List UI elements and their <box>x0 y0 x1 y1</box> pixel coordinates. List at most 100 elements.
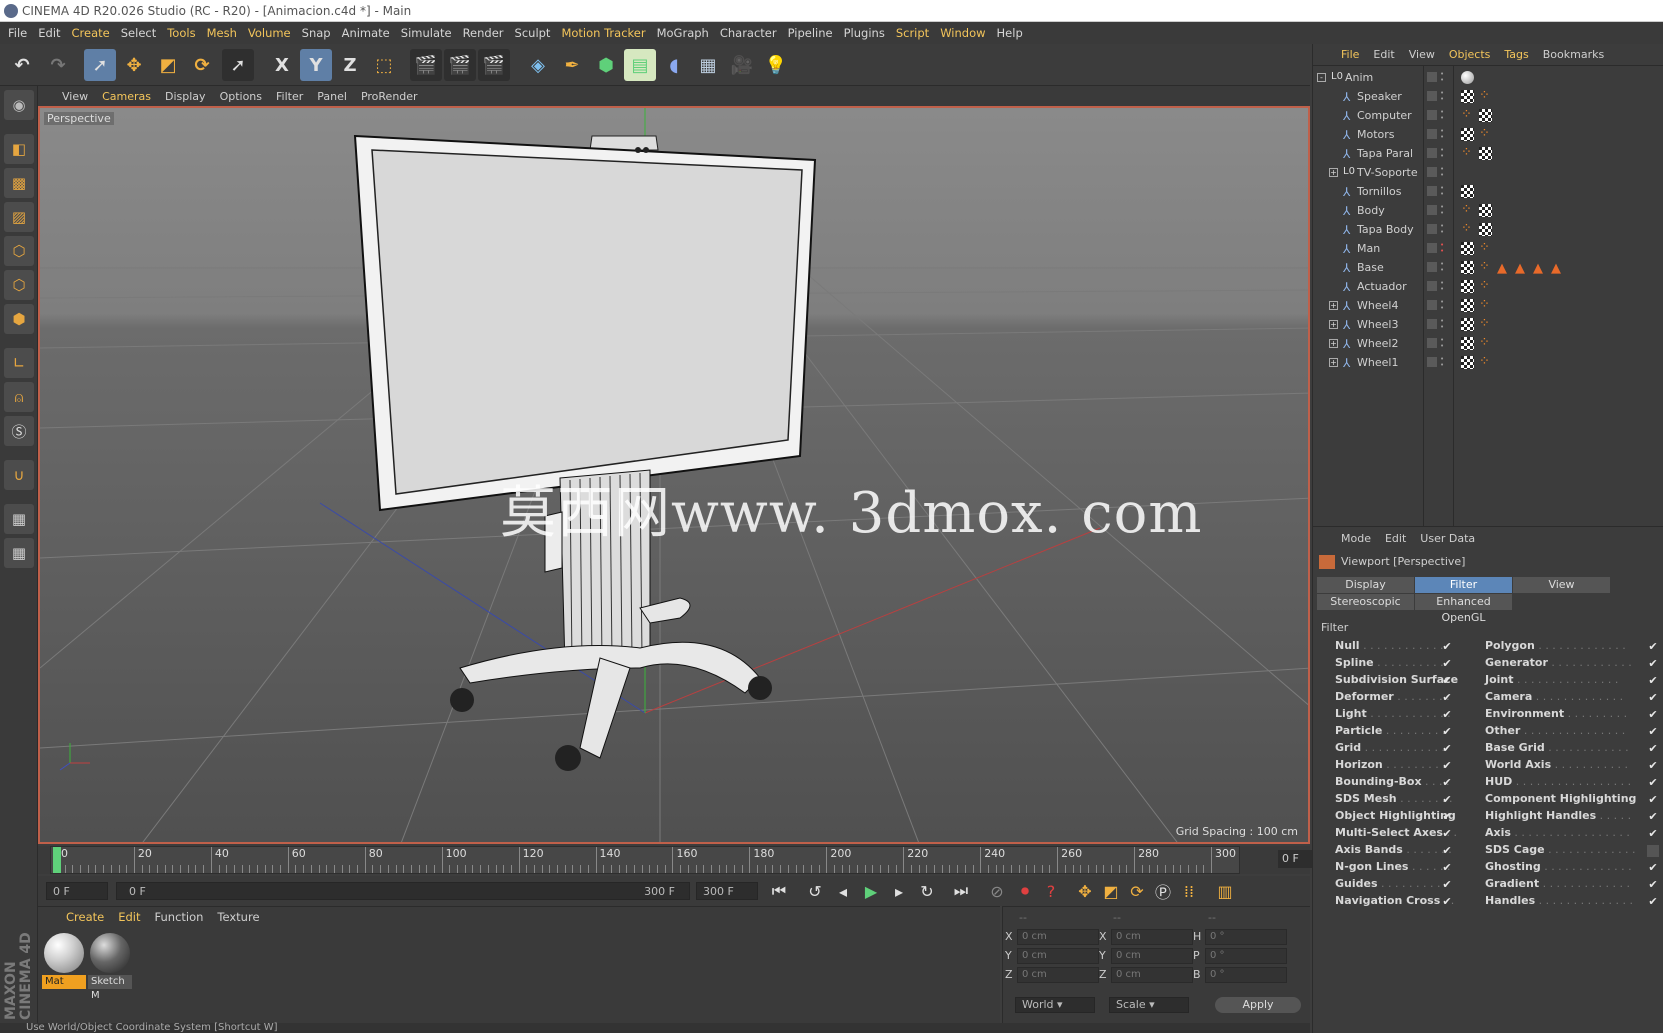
material-menu-texture[interactable]: Texture <box>217 910 259 924</box>
joint-tag-icon[interactable]: ⁘ <box>1479 89 1492 103</box>
texture-tag-icon[interactable] <box>1461 337 1474 350</box>
keyframe-selection-button[interactable]: ? <box>1038 878 1064 904</box>
texture-tag-icon[interactable] <box>1461 90 1474 103</box>
model-mode-button[interactable]: ◧ <box>4 134 34 164</box>
filter-base-grid-checkbox[interactable]: ✔ <box>1647 743 1659 755</box>
viewport-menu-panel[interactable]: Panel <box>317 90 347 103</box>
material-menu-edit[interactable]: Edit <box>118 910 140 924</box>
constraint-tag-icon[interactable]: ▲ <box>1533 261 1546 276</box>
attribute-menu-mode[interactable]: Mode <box>1341 532 1371 545</box>
edit-visibility-toggle[interactable] <box>1427 281 1437 291</box>
object-menu-edit[interactable]: Edit <box>1373 48 1394 61</box>
tweak-mode-button[interactable]: ⍝ <box>4 382 34 412</box>
menu-script[interactable]: Script <box>896 26 929 40</box>
object-row-tapa-body[interactable]: ⅄ Tapa Body • • ⁘ <box>1313 220 1663 240</box>
filter-light-checkbox[interactable]: ✔ <box>1441 709 1453 721</box>
joint-tag-icon[interactable]: ⁘ <box>1479 336 1492 350</box>
filter-handles-checkbox[interactable]: ✔ <box>1647 896 1659 908</box>
key-position-button[interactable]: ✥ <box>1072 878 1098 904</box>
render-visibility-dots[interactable]: • • <box>1440 90 1445 103</box>
coord-x-field[interactable]: 0 cm <box>1111 929 1193 945</box>
texture-tag-icon[interactable] <box>1479 147 1492 160</box>
filter-joint-checkbox[interactable]: ✔ <box>1647 675 1659 687</box>
perspective-viewport[interactable]: Perspective 莫西网www. 3dmox. com Grid Spac… <box>38 106 1310 844</box>
menu-mesh[interactable]: Mesh <box>207 26 237 40</box>
menu-window[interactable]: Window <box>940 26 985 40</box>
z-axis-lock-button[interactable]: Z <box>334 49 366 81</box>
filter-navigation-cross-checkbox[interactable]: ✔ <box>1441 896 1453 908</box>
filter-deformer-checkbox[interactable]: ✔ <box>1441 692 1453 704</box>
filter-ghosting-checkbox[interactable]: ✔ <box>1647 862 1659 874</box>
expand-toggle-icon[interactable]: + <box>1329 320 1338 329</box>
object-menu-objects[interactable]: Objects <box>1449 48 1491 61</box>
edit-visibility-toggle[interactable] <box>1427 205 1437 215</box>
object-row-wheel1[interactable]: + ⅄ Wheel1 • • ⁘ <box>1313 353 1663 373</box>
autokeying-button[interactable]: ⏺ <box>1012 878 1038 904</box>
menu-mograph[interactable]: MoGraph <box>657 26 709 40</box>
texture-tag-icon[interactable] <box>1461 280 1474 293</box>
playhead[interactable] <box>53 847 61 873</box>
joint-tag-icon[interactable]: ⁘ <box>1479 298 1492 312</box>
viewport-menu-cameras[interactable]: Cameras <box>102 90 151 103</box>
attribute-menu-user-data[interactable]: User Data <box>1420 532 1475 545</box>
coordinate-mode-dropdown[interactable]: World ▾ <box>1015 997 1095 1013</box>
edit-visibility-toggle[interactable] <box>1427 91 1437 101</box>
render-visibility-dots[interactable]: • • <box>1440 71 1445 84</box>
filter-camera-checkbox[interactable]: ✔ <box>1647 692 1659 704</box>
edit-visibility-toggle[interactable] <box>1427 243 1437 253</box>
attribute-menu-edit[interactable]: Edit <box>1385 532 1406 545</box>
object-row-motors[interactable]: ⅄ Motors • • ⁘ <box>1313 125 1663 145</box>
recent-tools-button[interactable]: ➚ <box>222 49 254 81</box>
edit-visibility-toggle[interactable] <box>1427 167 1437 177</box>
filter-other-checkbox[interactable]: ✔ <box>1647 726 1659 738</box>
texture-tag-icon[interactable] <box>1461 128 1474 141</box>
edit-visibility-toggle[interactable] <box>1427 224 1437 234</box>
snap-toggle-button[interactable]: ∪ <box>4 460 34 490</box>
texture-tag-icon[interactable] <box>1461 356 1474 369</box>
filter-horizon-checkbox[interactable]: ✔ <box>1441 760 1453 772</box>
key-parameter-button[interactable]: Ⓟ <box>1150 878 1176 904</box>
texture-tag-icon[interactable] <box>1479 109 1492 122</box>
viewport-menu-display[interactable]: Display <box>165 90 206 103</box>
filter-bounding-box-checkbox[interactable]: ✔ <box>1441 777 1453 789</box>
preview-range-slider[interactable]: 0 F 300 F <box>116 882 690 900</box>
menu-help[interactable]: Help <box>997 26 1023 40</box>
y-axis-lock-button[interactable]: Y <box>300 49 332 81</box>
apply-button[interactable]: Apply <box>1215 997 1301 1013</box>
timeline-ruler[interactable]: 0 20 40 60 80 100 120 140 160 180 200 220 240 260 280 3… <box>50 846 1240 874</box>
texture-tag-icon[interactable] <box>1461 318 1474 331</box>
menu-edit[interactable]: Edit <box>38 26 60 40</box>
filter-guides-checkbox[interactable]: ✔ <box>1441 879 1453 891</box>
object-row-wheel2[interactable]: + ⅄ Wheel2 • • ⁘ <box>1313 334 1663 354</box>
key-pla-button[interactable]: ⁞⁞ <box>1176 878 1202 904</box>
texture-tag-icon[interactable] <box>1461 185 1474 198</box>
object-row-computer[interactable]: ⅄ Computer • • ⁘ <box>1313 106 1663 126</box>
next-frame-button[interactable]: ▸ <box>886 878 912 904</box>
constraint-tag-icon[interactable]: ▲ <box>1551 261 1564 276</box>
render-visibility-dots[interactable]: • • <box>1440 337 1445 350</box>
viewport-menu-view[interactable]: View <box>62 90 88 103</box>
render-visibility-dots[interactable]: • • <box>1440 223 1445 236</box>
coord-y-field[interactable]: 0 cm <box>1017 948 1099 964</box>
menu-create[interactable]: Create <box>72 26 110 40</box>
key-rotation-button[interactable]: ⟳ <box>1124 878 1150 904</box>
menu-render[interactable]: Render <box>463 26 504 40</box>
make-editable-button[interactable]: ◉ <box>4 90 34 120</box>
tab-enhanced-opengl[interactable]: Enhanced OpenGL <box>1415 594 1513 624</box>
play-button[interactable]: ▶ <box>858 878 884 904</box>
expand-toggle-icon[interactable]: + <box>1329 339 1338 348</box>
filter-grid-checkbox[interactable]: ✔ <box>1441 743 1453 755</box>
coordinate-system-button[interactable]: ⬚ <box>368 49 400 81</box>
material-tag-icon[interactable] <box>1461 71 1474 84</box>
filter-world-axis-checkbox[interactable]: ✔ <box>1647 760 1659 772</box>
edit-visibility-toggle[interactable] <box>1427 300 1437 310</box>
material-menu-create[interactable]: Create <box>66 910 104 924</box>
x-axis-lock-button[interactable]: X <box>266 49 298 81</box>
edit-visibility-toggle[interactable] <box>1427 129 1437 139</box>
edit-visibility-toggle[interactable] <box>1427 72 1437 82</box>
viewport-menu-prorender[interactable]: ProRender <box>361 90 418 103</box>
edit-visibility-toggle[interactable] <box>1427 319 1437 329</box>
texture-tag-icon[interactable] <box>1461 242 1474 255</box>
constraint-tag-icon[interactable]: ▲ <box>1515 261 1528 276</box>
edit-visibility-toggle[interactable] <box>1427 110 1437 120</box>
